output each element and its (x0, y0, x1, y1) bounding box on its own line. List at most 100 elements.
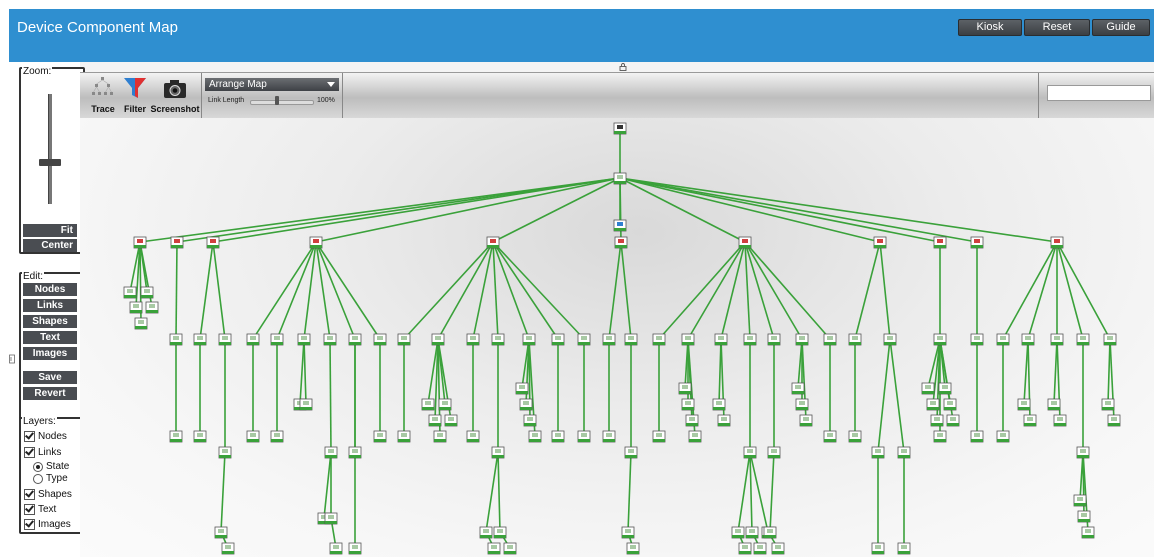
device-node-icon[interactable] (970, 430, 984, 443)
device-node-icon[interactable] (848, 333, 862, 346)
screenshot-tool[interactable]: Screenshot (150, 75, 200, 114)
device-node-icon[interactable] (324, 512, 338, 525)
device-node-icon[interactable] (246, 333, 260, 346)
layer-nodes[interactable]: Nodes (24, 431, 67, 442)
device-node-icon[interactable] (614, 236, 628, 249)
device-node-icon[interactable] (309, 236, 323, 249)
device-node-icon[interactable] (1017, 398, 1031, 411)
device-node-icon[interactable] (431, 333, 445, 346)
device-node-icon[interactable] (1050, 333, 1064, 346)
device-node-icon[interactable] (373, 430, 387, 443)
edit-nodes-button[interactable]: Nodes (23, 283, 77, 296)
layer-type[interactable]: Type (33, 473, 68, 484)
link-length-track[interactable] (250, 100, 314, 105)
device-node-icon[interactable] (140, 286, 154, 299)
nodes-checkbox[interactable] (24, 431, 35, 442)
device-node-icon[interactable] (169, 333, 183, 346)
layer-links[interactable]: Links (24, 447, 61, 458)
device-node-icon[interactable] (763, 526, 777, 539)
device-node-icon[interactable] (996, 430, 1010, 443)
device-node-icon[interactable] (681, 398, 695, 411)
device-node-icon[interactable] (1047, 398, 1061, 411)
filter-tool[interactable]: Filter (120, 75, 150, 114)
arrange-map-select[interactable]: Arrange Map (205, 78, 339, 91)
device-node-icon[interactable] (270, 333, 284, 346)
device-node-icon[interactable] (767, 446, 781, 459)
reset-button[interactable]: Reset (1024, 19, 1090, 36)
device-node-icon[interactable] (685, 414, 699, 427)
device-node-icon[interactable] (1103, 333, 1117, 346)
device-node-icon[interactable] (491, 333, 505, 346)
device-node-icon[interactable] (551, 333, 565, 346)
fit-button[interactable]: Fit (23, 224, 77, 237)
edit-images-button[interactable]: Images (23, 347, 77, 360)
save-button[interactable]: Save (23, 371, 77, 384)
layer-images[interactable]: Images (24, 519, 71, 530)
device-node-icon[interactable] (602, 333, 616, 346)
device-node-icon[interactable] (624, 333, 638, 346)
center-button[interactable]: Center (23, 239, 77, 252)
zoom-slider-thumb[interactable] (39, 159, 61, 166)
device-node-icon[interactable] (193, 333, 207, 346)
device-node-icon[interactable] (270, 430, 284, 443)
device-node-icon[interactable] (1050, 236, 1064, 249)
device-node-icon[interactable] (134, 317, 148, 330)
device-node-icon[interactable] (996, 333, 1010, 346)
layer-shapes[interactable]: Shapes (24, 489, 72, 500)
search-input[interactable] (1047, 85, 1151, 101)
revert-button[interactable]: Revert (23, 387, 77, 400)
device-node-icon[interactable] (348, 446, 362, 459)
device-node-icon[interactable] (921, 382, 935, 395)
device-node-icon[interactable] (466, 333, 480, 346)
device-node-icon[interactable] (348, 333, 362, 346)
device-node-icon[interactable] (743, 446, 757, 459)
device-node-icon[interactable] (218, 446, 232, 459)
device-node-icon[interactable] (753, 542, 767, 555)
layer-text[interactable]: Text (24, 504, 56, 515)
device-node-icon[interactable] (466, 430, 480, 443)
device-node-icon[interactable] (771, 542, 785, 555)
device-node-icon[interactable] (421, 398, 435, 411)
device-node-icon[interactable] (946, 414, 960, 427)
device-node-icon[interactable] (479, 526, 493, 539)
layer-state[interactable]: State (33, 461, 69, 472)
device-node-icon[interactable] (214, 526, 228, 539)
device-node-icon[interactable] (613, 219, 627, 232)
device-node-icon[interactable] (522, 333, 536, 346)
device-node-icon[interactable] (1107, 414, 1121, 427)
device-node-icon[interactable] (871, 542, 885, 555)
zoom-slider-track[interactable] (48, 94, 52, 204)
trace-tool[interactable]: Trace (88, 75, 118, 114)
device-node-icon[interactable] (221, 542, 235, 555)
device-node-icon[interactable] (348, 542, 362, 555)
device-node-icon[interactable] (795, 398, 809, 411)
device-node-icon[interactable] (1023, 414, 1037, 427)
edit-text-button[interactable]: Text (23, 331, 77, 344)
device-node-icon[interactable] (1076, 333, 1090, 346)
device-node-icon[interactable] (444, 414, 458, 427)
device-node-icon[interactable] (433, 430, 447, 443)
device-node-icon[interactable] (1077, 510, 1091, 523)
device-node-icon[interactable] (487, 542, 501, 555)
device-node-icon[interactable] (373, 333, 387, 346)
device-node-icon[interactable] (791, 382, 805, 395)
device-node-icon[interactable] (206, 236, 220, 249)
device-node-icon[interactable] (1021, 333, 1035, 346)
device-node-icon[interactable] (731, 526, 745, 539)
lock-icon[interactable] (619, 63, 627, 71)
device-node-icon[interactable] (523, 414, 537, 427)
device-node-icon[interactable] (519, 398, 533, 411)
device-node-icon[interactable] (624, 446, 638, 459)
device-node-icon[interactable] (652, 333, 666, 346)
device-node-icon[interactable] (491, 446, 505, 459)
device-node-icon[interactable] (652, 430, 666, 443)
device-node-icon[interactable] (169, 430, 183, 443)
device-node-icon[interactable] (823, 333, 837, 346)
device-node-icon[interactable] (323, 333, 337, 346)
links-checkbox[interactable] (24, 447, 35, 458)
kiosk-button[interactable]: Kiosk (958, 19, 1022, 36)
device-node-icon[interactable] (799, 414, 813, 427)
device-node-icon[interactable] (1053, 414, 1067, 427)
device-node-icon[interactable] (738, 542, 752, 555)
device-node-icon[interactable] (970, 333, 984, 346)
